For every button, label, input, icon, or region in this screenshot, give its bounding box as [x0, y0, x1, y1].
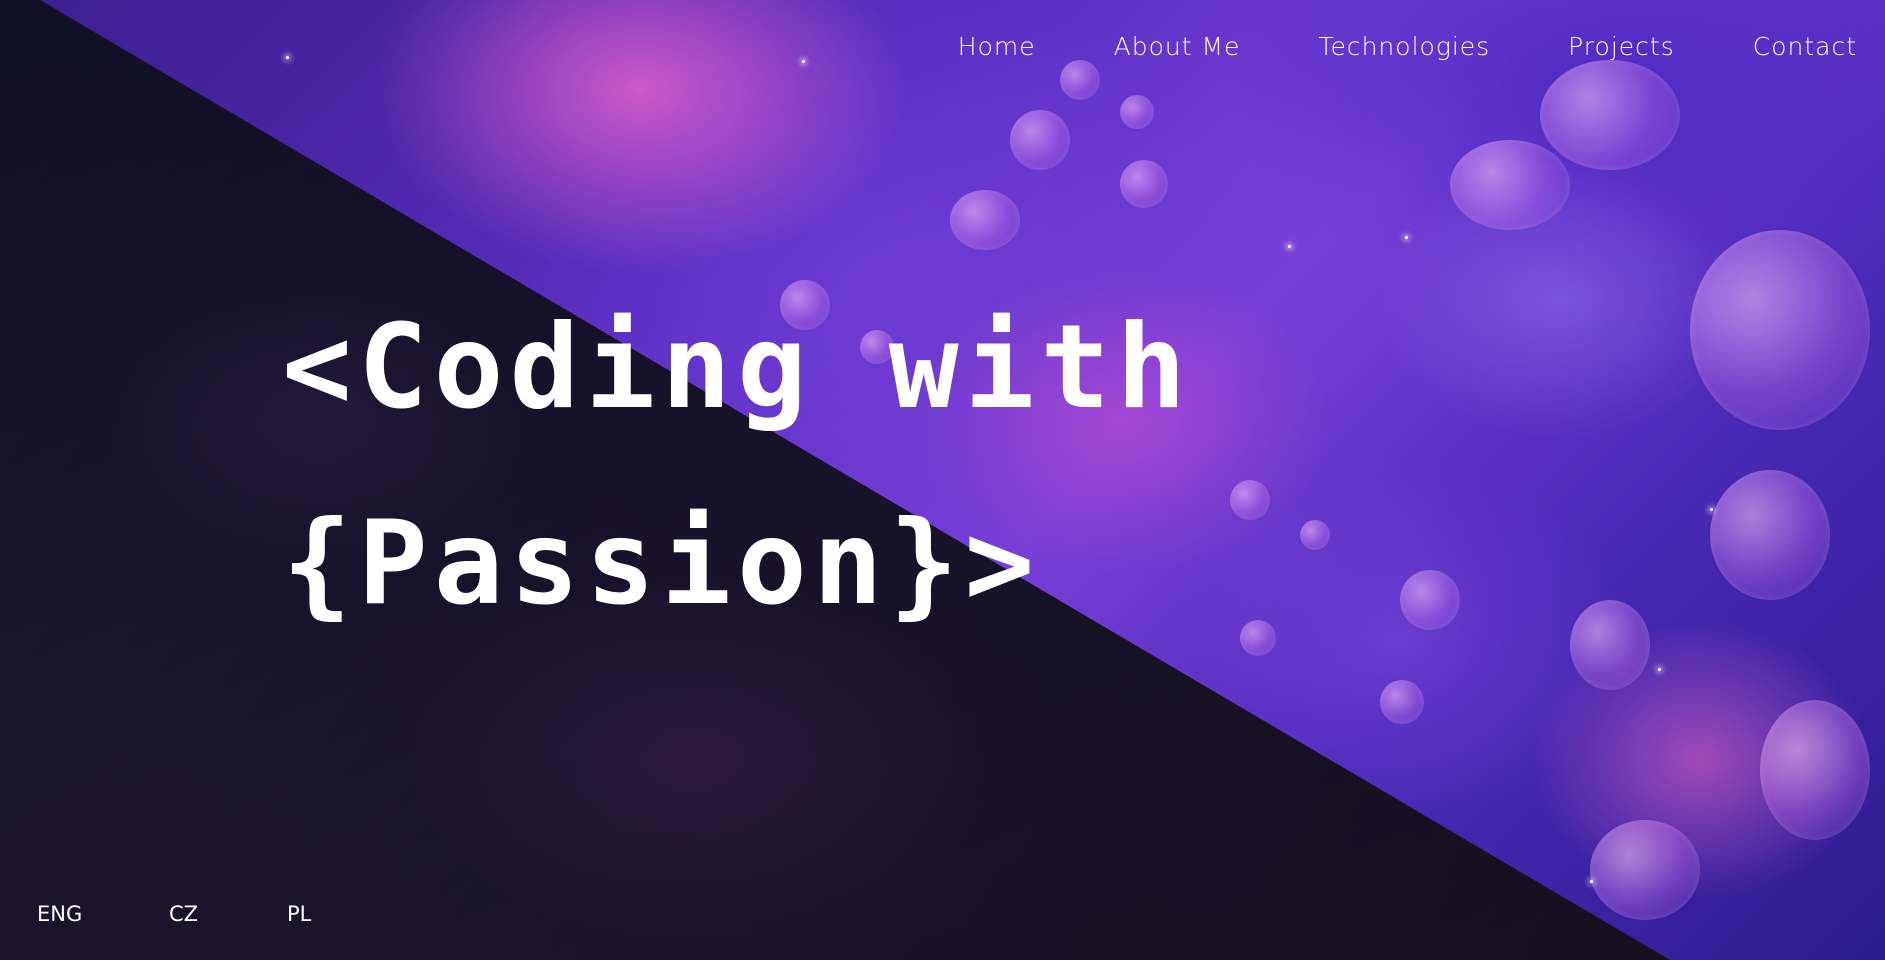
bubble — [1230, 480, 1270, 520]
bubble — [1590, 820, 1700, 920]
bubble — [1570, 600, 1650, 690]
nav-technologies[interactable]: Technologies — [1318, 32, 1490, 61]
star — [286, 56, 289, 59]
main-navigation: Home About Me Technologies Projects Cont… — [958, 32, 1857, 61]
bubble — [950, 190, 1020, 250]
language-switcher: ENG CZ PL — [37, 902, 311, 926]
bubble — [1400, 570, 1460, 630]
hero-headline: <Coding with {Passion}> — [282, 270, 1192, 662]
star — [1405, 236, 1408, 239]
language-cz[interactable]: CZ — [169, 902, 287, 926]
nav-home[interactable]: Home — [958, 32, 1036, 61]
headline-line-1: <Coding with — [282, 300, 1193, 435]
star — [1590, 880, 1593, 883]
bubble — [1710, 470, 1830, 600]
headline-line-2: {Passion}> — [282, 496, 1041, 631]
bubble — [1380, 680, 1424, 724]
language-pl[interactable]: PL — [287, 902, 311, 926]
bubble — [1450, 140, 1570, 230]
language-eng[interactable]: ENG — [37, 902, 169, 926]
bubble — [1240, 620, 1276, 656]
star — [802, 60, 805, 63]
bubble — [1540, 60, 1680, 170]
bubble — [1010, 110, 1070, 170]
nav-about-me[interactable]: About Me — [1114, 32, 1241, 61]
star — [1658, 668, 1661, 671]
bubble — [1760, 700, 1870, 840]
bubble — [1060, 60, 1100, 100]
nav-contact[interactable]: Contact — [1753, 32, 1857, 61]
bubble — [1120, 160, 1168, 208]
star — [1710, 508, 1713, 511]
hero-section: Home About Me Technologies Projects Cont… — [0, 0, 1885, 960]
bubble — [1120, 95, 1154, 129]
star — [1288, 245, 1291, 248]
bubble — [1300, 520, 1330, 550]
nav-projects[interactable]: Projects — [1568, 32, 1675, 61]
bubble — [1690, 230, 1870, 430]
